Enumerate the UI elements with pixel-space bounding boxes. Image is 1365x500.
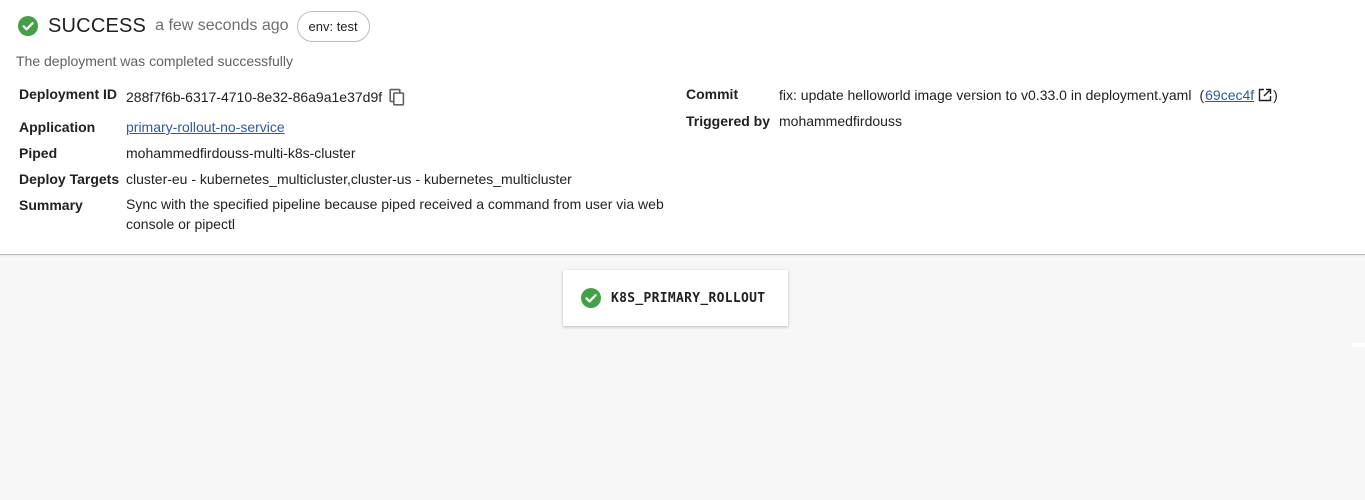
application-row: Application	[19, 117, 95, 137]
application-label: Application	[19, 119, 96, 135]
check-circle-icon	[18, 16, 38, 36]
summary-value-line2: console or pipectl	[126, 216, 235, 232]
stage-name: K8S_PRIMARY_ROLLOUT	[611, 290, 766, 306]
triggered-by-row: Triggered by	[686, 111, 770, 131]
status-description: The deployment was completed successfull…	[16, 53, 294, 69]
piped-label: Piped	[19, 145, 58, 161]
piped-value: mohammedfirdouss-multi-k8s-cluster	[126, 145, 356, 161]
application-value-row: primary-rollout-no-service	[126, 117, 285, 137]
deployment-detail-panel: SUCCESS a few seconds ago env: test The …	[0, 0, 1365, 255]
triggered-by-label: Triggered by	[686, 113, 771, 129]
application-link[interactable]: primary-rollout-no-service	[126, 117, 285, 137]
open-in-new-icon[interactable]	[1258, 88, 1272, 102]
triggered-by-value: mohammedfirdouss	[779, 113, 902, 129]
deployment-status: SUCCESS	[48, 14, 147, 37]
edge-divider	[1352, 343, 1365, 347]
deploy-targets-row: Deploy Targets	[19, 169, 119, 189]
summary-value-row: Sync with the specified pipeline because…	[126, 194, 664, 234]
commit-label: Commit	[686, 86, 739, 102]
summary-row: Summary	[19, 195, 83, 215]
deployment-id-label: Deployment ID	[19, 86, 118, 102]
deploy-targets-label: Deploy Targets	[19, 171, 120, 187]
deploy-targets-value: cluster-eu - kubernetes_multicluster,clu…	[126, 171, 572, 187]
summary-label: Summary	[19, 197, 83, 213]
commit-row: Commit	[686, 84, 738, 104]
commit-message: fix: update helloworld image version to …	[779, 87, 1192, 103]
commit-hash-link[interactable]: 69cec4f	[1205, 85, 1254, 105]
piped-row: Piped	[19, 143, 57, 163]
pipeline-stage-card[interactable]: K8S_PRIMARY_ROLLOUT	[563, 270, 788, 326]
env-chip: env: test	[296, 10, 370, 42]
deployment-id-value-row: 288f7f6b-6317-4710-8e32-86a9a1e37d9f	[126, 87, 407, 107]
commit-close-paren: )	[1273, 87, 1278, 103]
copy-icon[interactable]	[387, 87, 407, 107]
deployment-id-row: Deployment ID	[19, 84, 117, 104]
deploy-targets-value-row: cluster-eu - kubernetes_multicluster,clu…	[126, 169, 572, 189]
commit-open-paren: (	[1199, 87, 1205, 103]
triggered-by-value-row: mohammedfirdouss	[779, 111, 902, 131]
commit-value-row: fix: update helloworld image version to …	[779, 85, 1278, 105]
deployment-time: a few seconds ago	[155, 17, 289, 34]
status-row: SUCCESS a few seconds ago env: test	[18, 10, 370, 42]
piped-value-row: mohammedfirdouss-multi-k8s-cluster	[126, 143, 356, 163]
summary-value-line1: Sync with the specified pipeline because…	[126, 196, 664, 212]
check-circle-icon	[581, 288, 601, 308]
deployment-id-value: 288f7f6b-6317-4710-8e32-86a9a1e37d9f	[126, 89, 383, 105]
